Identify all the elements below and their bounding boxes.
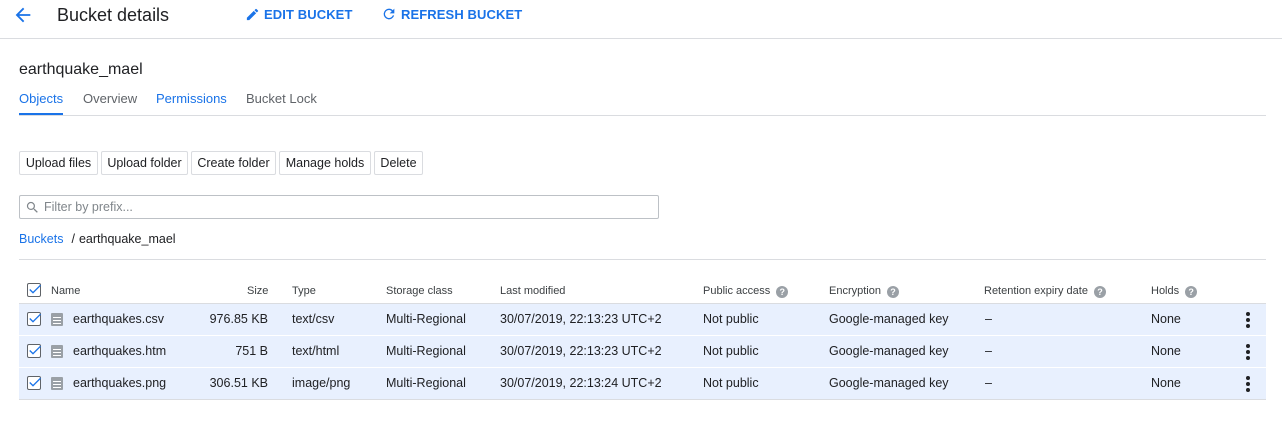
cell-last-modified: 30/07/2019, 22:13:23 UTC+2 [500, 344, 662, 358]
breadcrumb-buckets-link[interactable]: Buckets [19, 231, 63, 247]
table-row[interactable]: earthquakes.htm 751 B text/html Multi-Re… [19, 336, 1266, 368]
column-header-encryption-label: Encryption [829, 285, 881, 297]
object-name-link[interactable]: earthquakes.htm [73, 336, 166, 367]
search-icon [26, 201, 38, 213]
object-name-link[interactable]: earthquakes.csv [73, 304, 164, 335]
cell-holds: None [1151, 312, 1181, 326]
cell-storage-class: Multi-Regional [386, 376, 466, 390]
file-icon [51, 345, 63, 358]
page-title: Bucket details [57, 5, 170, 25]
cell-encryption: Google-managed key [829, 312, 949, 326]
cell-type: text/html [292, 344, 340, 358]
cell-last-modified: 30/07/2019, 22:13:24 UTC+2 [500, 376, 662, 390]
arrow-back-icon [15, 7, 31, 23]
check-icon [29, 284, 41, 294]
more-vert-icon[interactable] [1241, 312, 1255, 328]
cell-type: text/csv [292, 312, 335, 326]
more-vert-icon[interactable] [1241, 376, 1255, 392]
row-checkbox[interactable] [27, 312, 41, 326]
column-header-retention[interactable]: Retention expiry date? [984, 285, 1106, 298]
tab-objects[interactable]: Objects [19, 91, 64, 115]
object-name-link[interactable]: earthquakes.png [73, 368, 166, 399]
column-header-last-modified-label: Last modified [500, 285, 566, 297]
cell-retention: – [985, 376, 992, 390]
help-icon[interactable]: ? [1185, 285, 1198, 298]
filter-input[interactable] [44, 198, 644, 216]
cell-retention: – [985, 344, 992, 358]
cell-storage-class: Multi-Regional [386, 312, 466, 326]
column-header-size[interactable]: Size [247, 285, 268, 298]
refresh-bucket-label: REFRESH BUCKET [401, 6, 523, 22]
cell-retention: – [985, 312, 992, 326]
upload-folder-button[interactable]: Upload folder [101, 151, 188, 175]
cell-type: image/png [292, 376, 351, 390]
column-header-holds-label: Holds [1151, 285, 1180, 297]
column-header-type-label: Type [292, 285, 316, 297]
check-icon [29, 313, 41, 323]
cell-public-access: Not public [703, 344, 759, 358]
refresh-icon [383, 8, 395, 20]
breadcrumb-separator: / [71, 232, 75, 246]
file-icon [51, 313, 63, 326]
column-header-name[interactable]: Name [51, 285, 80, 298]
column-header-public-access[interactable]: Public access? [703, 285, 789, 298]
divider [19, 259, 1266, 260]
cell-holds: None [1151, 376, 1181, 390]
cell-public-access: Not public [703, 312, 759, 326]
breadcrumb: Buckets / earthquake_mael [19, 231, 176, 247]
header-bar: Bucket details EDIT BUCKET REFRESH BUCKE… [0, 0, 1282, 39]
column-header-public-access-label: Public access [703, 285, 771, 297]
tab-bar: Objects Overview Permissions Bucket Lock [19, 88, 1266, 116]
create-folder-button[interactable]: Create folder [191, 151, 276, 175]
upload-files-button[interactable]: Upload files [19, 151, 98, 175]
column-header-retention-label: Retention expiry date [984, 285, 1088, 297]
check-icon [29, 377, 41, 387]
column-header-last-modified[interactable]: Last modified [500, 285, 565, 298]
help-icon[interactable]: ? [776, 285, 789, 298]
cell-size: 306.51 KB [209, 376, 268, 390]
cell-public-access: Not public [703, 376, 759, 390]
help-icon[interactable]: ? [886, 285, 899, 298]
select-all-checkbox[interactable] [27, 283, 41, 297]
cell-size: 976.85 KB [209, 312, 268, 326]
more-vert-icon[interactable] [1241, 344, 1255, 360]
filter-box [19, 195, 659, 219]
table-row[interactable]: earthquakes.png 306.51 KB image/png Mult… [19, 368, 1266, 400]
cell-size: 751 B [235, 344, 268, 358]
check-icon [29, 345, 41, 355]
tab-overview[interactable]: Overview [83, 91, 137, 115]
column-header-name-label: Name [51, 285, 81, 297]
table-row[interactable]: earthquakes.csv 976.85 KB text/csv Multi… [19, 304, 1266, 336]
column-header-type[interactable]: Type [292, 285, 316, 298]
cell-encryption: Google-managed key [829, 344, 949, 358]
bucket-name: earthquake_mael [19, 61, 143, 78]
column-header-storage-class-label: Storage class [386, 285, 453, 297]
pencil-icon [246, 8, 259, 20]
column-header-holds[interactable]: Holds? [1151, 285, 1198, 298]
tab-permissions[interactable]: Permissions [156, 91, 227, 115]
back-button[interactable] [12, 4, 34, 26]
column-header-storage-class[interactable]: Storage class [386, 285, 453, 298]
cell-encryption: Google-managed key [829, 376, 949, 390]
table-header: Name Size Type Storage class Last modifi… [19, 278, 1266, 304]
row-checkbox[interactable] [27, 376, 41, 390]
delete-button[interactable]: Delete [374, 151, 423, 175]
refresh-bucket-button[interactable]: REFRESH BUCKET [381, 6, 522, 22]
help-icon[interactable]: ? [1093, 285, 1106, 298]
column-header-encryption[interactable]: Encryption? [829, 285, 899, 298]
edit-bucket-button[interactable]: EDIT BUCKET [245, 6, 353, 22]
edit-bucket-label: EDIT BUCKET [264, 6, 353, 22]
tab-bucket-lock[interactable]: Bucket Lock [246, 91, 317, 115]
manage-holds-button[interactable]: Manage holds [279, 151, 371, 175]
file-icon [51, 377, 63, 390]
breadcrumb-current: earthquake_mael [78, 232, 176, 246]
cell-last-modified: 30/07/2019, 22:13:23 UTC+2 [500, 312, 662, 326]
cell-holds: None [1151, 344, 1181, 358]
row-checkbox[interactable] [27, 344, 41, 358]
objects-table: Name Size Type Storage class Last modifi… [19, 278, 1266, 400]
cell-storage-class: Multi-Regional [386, 344, 466, 358]
column-header-size-label: Size [247, 285, 269, 297]
